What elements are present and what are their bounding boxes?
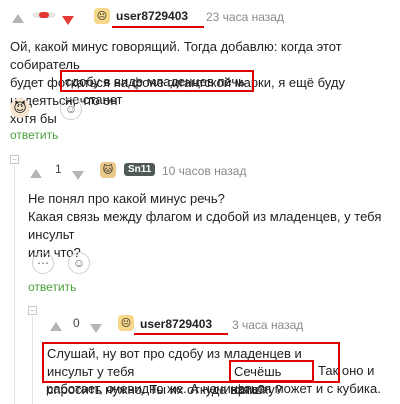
reply-link[interactable]: ответить (10, 128, 58, 142)
username-underline-annotation (134, 333, 228, 335)
score: 1 (55, 162, 62, 176)
text-line: Ой, какой минус говорящий. Тогда добавлю… (10, 39, 342, 72)
comment-time: 23 часа назад (206, 10, 284, 24)
ellipsis-icon: ⋯ (37, 256, 49, 270)
rating-bar (33, 12, 55, 18)
avatar[interactable]: 🐱 (100, 162, 116, 178)
avatar[interactable]: 😐 (94, 8, 110, 24)
downvote-icon[interactable] (90, 320, 102, 338)
upvote-icon[interactable] (30, 165, 42, 183)
devil-face-icon: 😈 (13, 100, 27, 115)
add-reaction-button[interactable]: ☺ (60, 98, 82, 120)
avatar[interactable]: 😐 (118, 315, 134, 331)
add-reaction-button[interactable]: ☺ (68, 252, 90, 274)
highlight-annotation: Сечёшь фишку? (229, 360, 314, 397)
upvote-icon[interactable] (12, 10, 24, 28)
upvote-icon[interactable] (50, 318, 62, 336)
text-line: работает, очевидно же. А начинаться може… (46, 381, 381, 396)
username[interactable]: user8729403 (116, 9, 188, 23)
downvote-icon[interactable] (72, 167, 84, 185)
score: 0 (73, 316, 80, 330)
reaction-badge[interactable]: 😈 (10, 98, 30, 118)
rating-bar-fill (39, 12, 49, 18)
collapse-thread-button[interactable]: − (10, 155, 19, 164)
smile-icon: ☺ (72, 256, 86, 270)
downvote-icon[interactable] (62, 12, 74, 30)
reply-link[interactable]: ответить (28, 280, 76, 294)
thread-line (14, 166, 15, 404)
collapse-thread-button[interactable]: − (28, 306, 37, 315)
username[interactable]: user8729403 (140, 317, 212, 331)
text-line: Не понял про какой минус речь? (28, 191, 225, 206)
comment-time: 3 часа назад (232, 318, 304, 332)
smile-icon: ☺ (64, 102, 78, 116)
username-underline-annotation (112, 26, 204, 28)
comment-text: Не понял про какой минус речь? Какая свя… (28, 190, 398, 262)
comment-time: 10 часов назад (162, 164, 247, 178)
username[interactable]: Sn11 (124, 163, 156, 176)
thread-line (32, 316, 33, 404)
highlight-annotation: сдобу в виде младенцев печь не станет (60, 70, 254, 107)
more-options-button[interactable]: ⋯ (32, 252, 54, 274)
text-fragment: Так оно и (318, 363, 375, 378)
text-line: Какая связь между флагом и сдобой из мла… (28, 209, 382, 242)
